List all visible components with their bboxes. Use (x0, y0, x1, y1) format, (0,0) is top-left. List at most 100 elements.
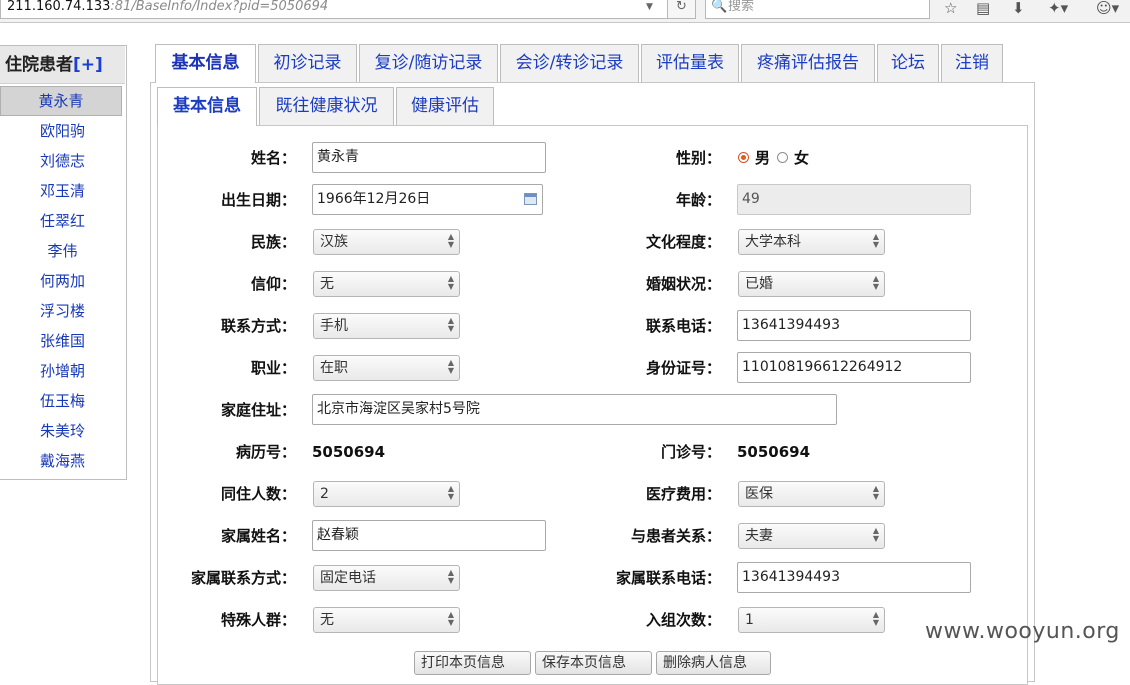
name-field[interactable]: 黄永青 (312, 142, 546, 173)
family-name-field[interactable]: 赵春颖 (312, 520, 546, 551)
watermark: www.wooyun.org (925, 619, 1120, 644)
gender-female-label: 女 (794, 149, 810, 167)
patient-item[interactable]: 何两加 (0, 266, 125, 296)
url-bar[interactable]: 211.160.74.133:81/BaseInfo/Index?pid=505… (0, 0, 668, 19)
gender-label: 性别： (675, 149, 721, 167)
select-arrows-icon: ▲ ▼ (447, 610, 454, 627)
family-contact-select[interactable]: 固定电话 ▲ ▼ (313, 565, 460, 591)
family-phone-label: 家属联系电话： (615, 569, 721, 587)
tab-logout[interactable]: 注销 (941, 44, 1003, 82)
delete-patient-button[interactable]: 删除病人信息 (656, 651, 771, 675)
patient-item[interactable]: 张维国 (0, 326, 125, 356)
reload-icon[interactable]: ↻ (668, 0, 696, 19)
job-select[interactable]: 在职 ▲ ▼ (313, 355, 460, 381)
select-arrows-icon: ▲ ▼ (872, 274, 879, 291)
name-label: 姓名： (250, 149, 296, 167)
tab-first-visit[interactable]: 初诊记录 (258, 44, 357, 82)
cohabitants-label: 同住人数： (220, 485, 296, 503)
patient-item[interactable]: 黄永青 (0, 86, 122, 116)
add-patient-button[interactable]: [+] (73, 55, 103, 75)
subtab-health-assessment[interactable]: 健康评估 (396, 87, 494, 125)
faith-value: 无 (320, 276, 334, 292)
age-field: 49 (737, 184, 971, 215)
tab-assessment-scale[interactable]: 评估量表 (641, 44, 739, 82)
search-icon: 🔍 (711, 0, 728, 14)
url-host: 211.160.74.133 (7, 0, 111, 14)
special-group-value: 无 (320, 612, 334, 628)
tab-consultation[interactable]: 会诊/转诊记录 (500, 44, 639, 82)
patient-item[interactable]: 戴海燕 (0, 446, 125, 476)
download-icon[interactable]: ⬇ (1012, 0, 1025, 17)
patient-item[interactable]: 欧阳驹 (0, 116, 125, 146)
patient-item[interactable]: 伍玉梅 (0, 386, 125, 416)
patient-item[interactable]: 任翠红 (0, 206, 125, 236)
birth-date-label: 出生日期： (220, 191, 296, 209)
family-phone-field[interactable]: 13641394493 (737, 562, 971, 593)
gender-male-label: 男 (755, 149, 771, 167)
bookmark-star-icon[interactable]: ☆ (944, 0, 957, 17)
birth-date-field[interactable]: 1966年12月26日 (312, 184, 543, 215)
patient-item[interactable]: 孙增朝 (0, 356, 125, 386)
save-button[interactable]: 保存本页信息 (535, 651, 652, 675)
group-count-select[interactable]: 1 ▲ ▼ (738, 607, 885, 633)
medical-fee-value: 医保 (745, 486, 773, 502)
relation-value: 夫妻 (745, 528, 773, 544)
job-value: 在职 (320, 360, 348, 376)
cohabitants-select[interactable]: 2 ▲ ▼ (313, 481, 460, 507)
patient-list: 黄永青 欧阳驹 刘德志 邓玉清 任翠红 李伟 何两加 浮习楼 张维国 孙增朝 伍… (0, 86, 125, 476)
marital-select[interactable]: 已婚 ▲ ▼ (738, 271, 885, 297)
calendar-icon[interactable] (524, 193, 537, 205)
url-dropdown-icon[interactable]: ▼ (646, 2, 653, 12)
search-placeholder: 搜索 (728, 0, 755, 14)
id-number-field[interactable]: 110108196612264912 (737, 352, 971, 383)
patient-panel-header: 住院患者[+] (0, 46, 125, 84)
education-select[interactable]: 大学本科 ▲ ▼ (738, 229, 885, 255)
ethnic-select[interactable]: 汉族 ▲ ▼ (313, 229, 460, 255)
subtab-basic-info[interactable]: 基本信息 (157, 87, 257, 126)
patient-item[interactable]: 朱美玲 (0, 416, 125, 446)
family-contact-label: 家属联系方式： (190, 569, 296, 587)
cohabitants-value: 2 (320, 486, 329, 502)
family-name-label: 家属姓名： (220, 527, 296, 545)
relation-label: 与患者关系： (630, 527, 721, 545)
special-group-select[interactable]: 无 ▲ ▼ (313, 607, 460, 633)
tab-basic-info[interactable]: 基本信息 (155, 44, 256, 83)
contact-method-select[interactable]: 手机 ▲ ▼ (313, 313, 460, 339)
marital-label: 婚姻状况： (645, 275, 721, 293)
phone-field[interactable]: 13641394493 (737, 310, 971, 341)
print-button[interactable]: 打印本页信息 (414, 651, 531, 675)
marital-value: 已婚 (745, 276, 773, 292)
select-arrows-icon: ▲ ▼ (447, 274, 454, 291)
faith-select[interactable]: 无 ▲ ▼ (313, 271, 460, 297)
record-number-value: 5050694 (312, 443, 386, 461)
address-field[interactable]: 北京市海淀区吴家村5号院 (312, 394, 837, 425)
patient-panel-title: 住院患者 (5, 55, 73, 75)
relation-select[interactable]: 夫妻 ▲ ▼ (738, 523, 885, 549)
patient-item[interactable]: 李伟 (0, 236, 125, 266)
url-path: :81/BaseInfo/Index?pid=5050694 (110, 0, 329, 14)
tab-forum[interactable]: 论坛 (877, 44, 939, 82)
select-arrows-icon: ▲ ▼ (447, 568, 454, 585)
patient-item[interactable]: 刘德志 (0, 146, 125, 176)
select-arrows-icon: ▲ ▼ (872, 232, 879, 249)
tab-followup[interactable]: 复诊/随访记录 (359, 44, 498, 82)
subtab-health-history[interactable]: 既往健康状况 (259, 87, 394, 125)
tab-pain-report[interactable]: 疼痛评估报告 (741, 44, 875, 82)
gender-male-radio[interactable] (738, 152, 749, 163)
patient-item[interactable]: 浮习楼 (0, 296, 125, 326)
search-input[interactable]: 🔍 搜索 (705, 0, 930, 19)
group-count-label: 入组次数： (645, 611, 721, 629)
select-arrows-icon: ▲ ▼ (872, 610, 879, 627)
menu-icon[interactable]: ☺▾ (1096, 0, 1119, 17)
ethnic-value: 汉族 (320, 234, 348, 250)
clinic-number-value: 5050694 (737, 443, 811, 461)
address-label: 家庭住址： (220, 401, 296, 419)
gender-female-radio[interactable] (777, 152, 788, 163)
medical-fee-select[interactable]: 医保 ▲ ▼ (738, 481, 885, 507)
patient-panel: 住院患者[+] 黄永青 欧阳驹 刘德志 邓玉清 任翠红 李伟 何两加 浮习楼 张… (0, 45, 127, 480)
bookmarks-list-icon[interactable]: ▤ (976, 0, 990, 17)
clinic-number-label: 门诊号： (660, 443, 721, 461)
patient-item[interactable]: 邓玉清 (0, 176, 125, 206)
addon-icon[interactable]: ✦▾ (1048, 0, 1068, 17)
education-value: 大学本科 (745, 234, 801, 250)
